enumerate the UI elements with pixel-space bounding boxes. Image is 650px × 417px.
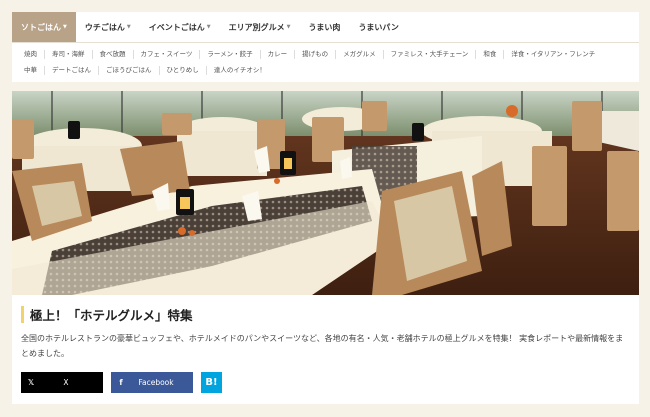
subcategory-link[interactable]: デートごはん (45, 66, 99, 75)
subcategory-link[interactable]: ごほうびごはん (99, 66, 160, 75)
chevron-down-icon: ▼ (286, 24, 291, 30)
x-logo-icon: 𝕏 (27, 378, 35, 387)
category-nav: ソトごはん ▼ ウチごはん ▼ イベントごはん ▼ エリア別グルメ ▼ うまい肉 うまい… (12, 12, 639, 82)
subcategory-link[interactable]: 焼肉 (24, 50, 45, 59)
page-title: 極上！「ホテルグルメ」特集 (30, 308, 193, 323)
subcategory-link[interactable]: 食べ放題 (93, 50, 134, 59)
feature-card: 極上！「ホテルグルメ」特集 全国のホテルレストランの豪華ビュッフェや、ホテルメイ… (12, 91, 639, 404)
chevron-down-icon: ▼ (63, 24, 67, 30)
tab-label: イベントごはん (148, 22, 205, 32)
hatena-bookmark-icon: B! (205, 377, 218, 388)
subcategory-link[interactable]: ラーメン・餃子 (200, 50, 261, 59)
tab-label: うまい肉 (308, 22, 341, 32)
subcategory-row-1: 焼肉 寿司・海鮮 食べ放題 カフェ・スイーツ ラーメン・餃子 カレー 揚げもの … (24, 50, 602, 59)
subcategory-link[interactable]: 中華 (24, 66, 45, 75)
nav-divider (12, 42, 639, 43)
subcategory-link[interactable]: 洋食・イタリアン・フレンチ (504, 50, 602, 59)
subcategory-link[interactable]: カフェ・スイーツ (134, 50, 201, 59)
subcategory-link[interactable]: 和食 (476, 50, 505, 59)
subcategory-link[interactable]: ひとりめし (160, 66, 207, 75)
title-accent-bar (21, 306, 24, 323)
subcategory-link[interactable]: 達人のイチオシ！ (207, 66, 273, 75)
share-facebook-label: Facebook (138, 378, 174, 387)
subcategory-row-2: 中華 デートごはん ごほうびごはん ひとりめし 達人のイチオシ！ (24, 66, 273, 75)
tab-label: うまいパン (358, 22, 399, 32)
chevron-down-icon: ▼ (126, 24, 131, 30)
share-hatena-button[interactable]: B! (201, 372, 222, 393)
subcategory-link[interactable]: 揚げもの (295, 50, 337, 59)
hero-image[interactable] (12, 91, 639, 295)
tab-label: ウチごはん (84, 22, 125, 32)
article-description: 全国のホテルレストランの豪華ビュッフェや、ホテルメイドのパンやスイーツなど、各地… (21, 334, 624, 358)
subcategory-link[interactable]: カレー (261, 50, 296, 59)
subcategory-link[interactable]: ファミレス・大手チェーン (384, 50, 477, 59)
restaurant-photo (12, 91, 639, 295)
share-x-button[interactable]: 𝕏 X (21, 372, 103, 393)
subcategory-link[interactable]: メガグルメ (336, 50, 384, 59)
chevron-down-icon: ▼ (206, 24, 211, 30)
main-nav: ソトごはん ▼ ウチごはん ▼ イベントごはん ▼ エリア別グルメ ▼ うまい肉 うまい… (12, 12, 639, 42)
tab-umai-niku[interactable]: うまい肉 (299, 12, 349, 42)
tab-soto-gohan[interactable]: ソトごはん ▼ (12, 12, 76, 42)
article-heading: 極上！「ホテルグルメ」特集 (21, 305, 193, 324)
tab-event-gohan[interactable]: イベントごはん ▼ (140, 12, 220, 42)
share-facebook-button[interactable]: f Facebook (111, 372, 193, 393)
subcategory-link[interactable]: 寿司・海鮮 (45, 50, 93, 59)
tab-area-gourmet[interactable]: エリア別グルメ ▼ (220, 12, 300, 42)
share-x-label: X (63, 378, 69, 387)
tab-umai-pan[interactable]: うまいパン (349, 12, 407, 42)
tab-label: ソトごはん (21, 22, 61, 32)
facebook-icon: f (119, 378, 123, 387)
tab-label: エリア別グルメ (228, 22, 285, 32)
tab-uchi-gohan[interactable]: ウチごはん ▼ (76, 12, 140, 42)
